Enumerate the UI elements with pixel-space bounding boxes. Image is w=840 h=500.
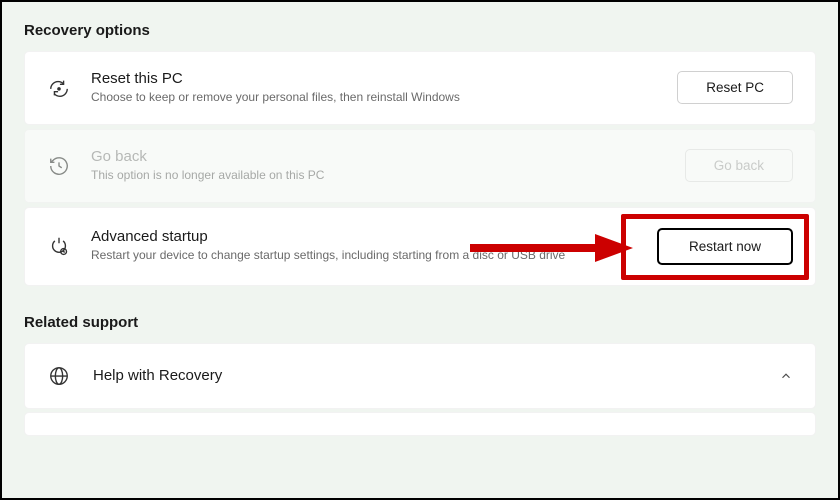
chevron-up-icon <box>779 369 793 383</box>
help-with-recovery-card[interactable]: Help with Recovery <box>24 343 816 409</box>
reset-pc-card: Reset this PC Choose to keep or remove y… <box>24 51 816 125</box>
go-back-desc: This option is no longer available on th… <box>91 167 665 184</box>
recovery-options-heading: Recovery options <box>24 22 816 39</box>
reset-pc-icon <box>47 76 71 100</box>
globe-icon <box>47 364 71 388</box>
advanced-startup-card: Advanced startup Restart your device to … <box>24 207 816 286</box>
related-support-heading: Related support <box>24 314 816 331</box>
partial-support-item <box>24 412 816 436</box>
restart-now-button[interactable]: Restart now <box>657 228 793 265</box>
reset-pc-desc: Choose to keep or remove your personal f… <box>91 89 657 106</box>
reset-pc-button[interactable]: Reset PC <box>677 71 793 104</box>
go-back-card: Go back This option is no longer availab… <box>24 129 816 203</box>
history-icon <box>47 154 71 178</box>
reset-pc-title: Reset this PC <box>91 70 657 87</box>
advanced-startup-desc: Restart your device to change startup se… <box>91 247 637 264</box>
help-with-recovery-title: Help with Recovery <box>93 367 757 384</box>
go-back-button: Go back <box>685 149 793 182</box>
go-back-title: Go back <box>91 148 665 165</box>
power-settings-icon <box>47 234 71 258</box>
advanced-startup-title: Advanced startup <box>91 228 637 245</box>
